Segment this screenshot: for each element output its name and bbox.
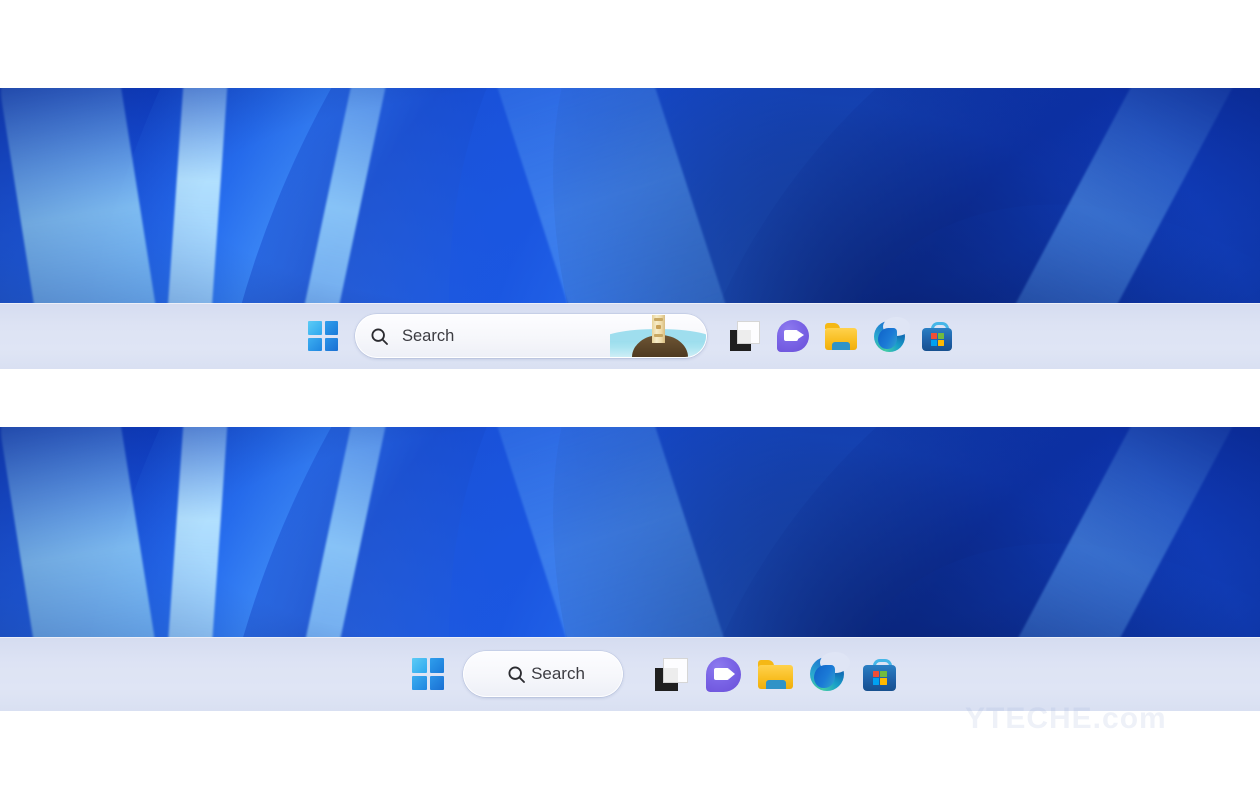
search-input[interactable]: Search [355, 314, 707, 358]
taskbar-items-top: Search [299, 312, 961, 360]
taskbar-items-bottom: Search [403, 649, 905, 699]
edge-wave [814, 665, 835, 688]
store-button[interactable] [913, 312, 961, 360]
file-explorer-button[interactable] [817, 312, 865, 360]
file-explorer-button[interactable] [749, 649, 801, 699]
task-view-front-window [737, 321, 760, 344]
store-windows-squares [872, 670, 887, 685]
screenshot-panel-top: Search [0, 88, 1260, 369]
search-icon [356, 315, 402, 357]
lighthouse-sea [610, 329, 706, 357]
chat-camera-lens [728, 668, 735, 679]
site-watermark: YTECHE.com [965, 702, 1167, 735]
task-view-front-window [662, 657, 688, 683]
lighthouse-band [654, 318, 663, 321]
chat-button[interactable] [697, 649, 749, 699]
windows-logo-icon [412, 658, 444, 690]
lighthouse-window [656, 325, 661, 329]
taskbar-bottom[interactable]: Search [0, 637, 1260, 711]
chat-screen [784, 330, 798, 341]
edge-icon [873, 316, 910, 352]
edge-wave [877, 327, 897, 349]
windows-logo-icon [308, 321, 338, 351]
store-button[interactable] [853, 649, 905, 699]
store-windows-squares [931, 333, 944, 346]
edge-icon [810, 652, 850, 691]
edge-button[interactable] [865, 312, 913, 360]
folder-icon [825, 322, 857, 350]
chat-video-icon [705, 656, 741, 692]
edge-button[interactable] [801, 649, 853, 699]
task-view-icon [730, 321, 760, 351]
lighthouse-tower [652, 315, 665, 343]
search-placeholder-text: Search [402, 326, 455, 345]
lighthouse-island [632, 335, 688, 357]
search-icon [501, 652, 531, 696]
task-view-button[interactable] [645, 649, 697, 699]
store-bag-icon [922, 321, 952, 351]
lighthouse-band [654, 334, 663, 337]
start-button[interactable] [299, 312, 347, 360]
store-bag-icon [862, 658, 896, 691]
screenshot-panel-bottom: Search [0, 427, 1260, 711]
task-view-button[interactable] [721, 312, 769, 360]
taskbar-top[interactable]: Search [0, 303, 1260, 369]
folder-icon [757, 659, 793, 689]
folder-drawer [765, 679, 786, 689]
chat-screen [713, 667, 729, 680]
chat-button[interactable] [769, 312, 817, 360]
chat-camera-lens [798, 331, 804, 339]
folder-drawer [832, 341, 850, 350]
task-view-icon [654, 657, 688, 691]
search-placeholder-text: Search [531, 664, 585, 683]
search-input[interactable]: Search [463, 651, 623, 697]
lighthouse-island-icon [610, 315, 706, 357]
chat-video-icon [777, 320, 809, 352]
start-button[interactable] [403, 649, 453, 699]
